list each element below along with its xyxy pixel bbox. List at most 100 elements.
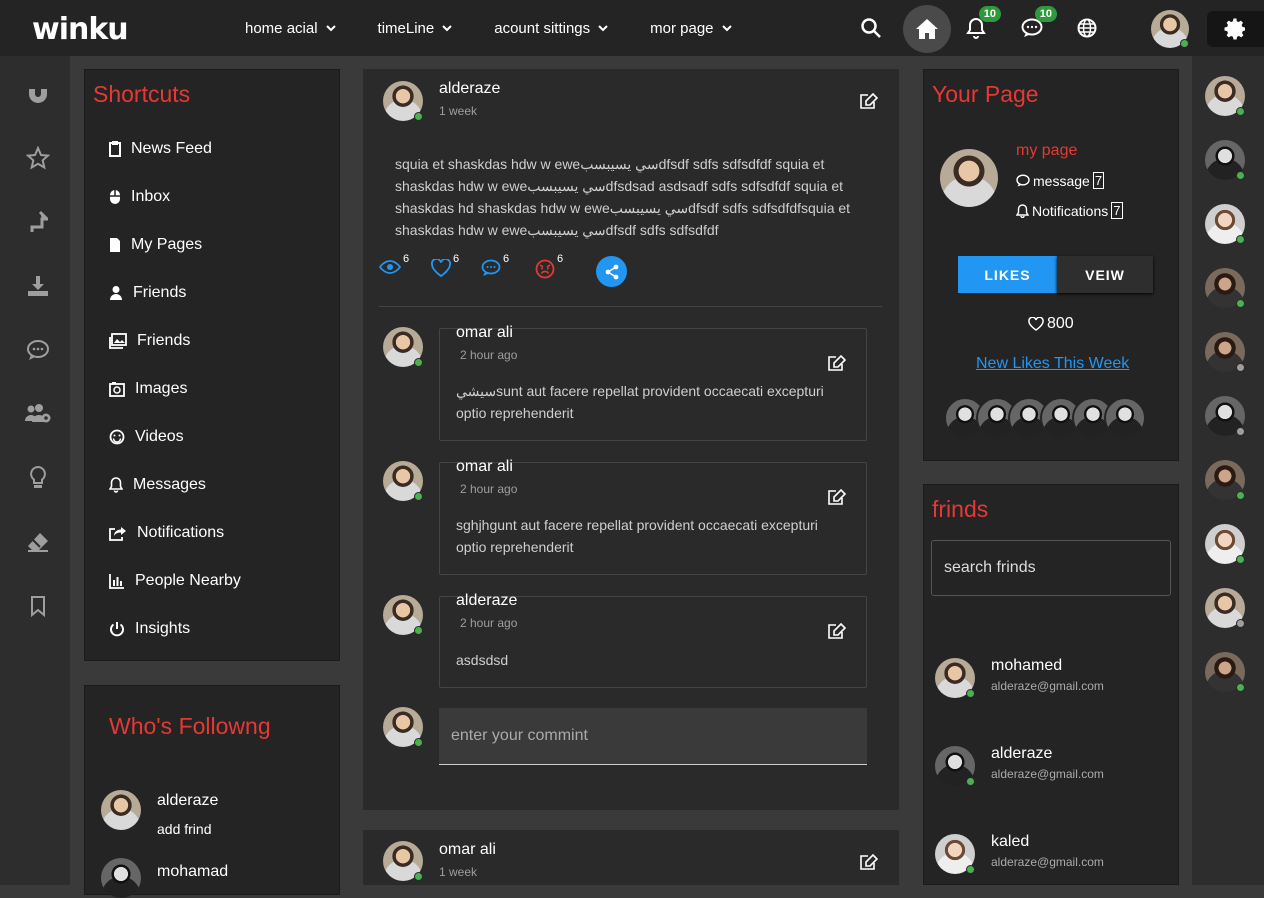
online-indicator [966, 689, 975, 698]
online-friend-avatar[interactable] [1205, 204, 1245, 244]
avatar[interactable] [1104, 397, 1146, 439]
comment-input[interactable] [439, 708, 867, 765]
shortcut-notifications[interactable]: Notifications [109, 524, 224, 542]
logo[interactable]: winku [32, 12, 129, 47]
following-name[interactable]: mohamad [157, 863, 228, 881]
file-icon [110, 238, 120, 252]
users-settings-icon[interactable] [22, 398, 54, 430]
home-button[interactable] [903, 5, 951, 53]
settings-button[interactable] [1207, 11, 1264, 47]
post-card: alderaze 1 week squia et shaskdas hdw w … [363, 69, 899, 810]
page-notifications[interactable]: Notifications 7 [1016, 202, 1123, 219]
my-page-link[interactable]: my page [1016, 142, 1077, 160]
online-indicator [1236, 555, 1245, 564]
download-icon[interactable] [22, 270, 54, 302]
bar-chart-icon [109, 574, 124, 589]
nav-more-page[interactable]: mor page [650, 20, 732, 37]
friend-item[interactable]: kaled alderaze@gmail.com [991, 833, 1104, 869]
online-friend-avatar[interactable] [1205, 332, 1245, 372]
lightbulb-icon[interactable] [22, 462, 54, 494]
shortcut-videos[interactable]: Videos [109, 428, 184, 446]
online-friend-avatar[interactable] [1205, 588, 1245, 628]
new-likes-link[interactable]: New Likes This Week [976, 355, 1129, 373]
comment-author[interactable]: omar ali [456, 458, 513, 476]
eraser-icon[interactable] [22, 526, 54, 558]
comments-count: 6 [503, 253, 510, 265]
share-button[interactable] [596, 256, 627, 287]
comment-avatar[interactable] [383, 461, 423, 501]
online-friend-avatar[interactable] [1205, 396, 1245, 436]
online-friend-avatar[interactable] [1205, 76, 1245, 116]
online-friend-avatar[interactable] [1205, 268, 1245, 308]
star-icon[interactable] [22, 142, 54, 174]
globe-icon[interactable] [1076, 0, 1098, 56]
online-friend-avatar[interactable] [1205, 652, 1245, 692]
online-indicator [414, 492, 423, 501]
bookmark-icon[interactable] [22, 590, 54, 622]
views-reaction[interactable]: 6 [379, 253, 409, 275]
friend-item[interactable]: mohamed alderaze@gmail.com [991, 657, 1104, 693]
current-user-avatar [383, 707, 423, 747]
shortcut-images[interactable]: Images [109, 380, 187, 398]
shortcut-news-feed[interactable]: News Feed [109, 140, 212, 158]
shortcut-people-nearby[interactable]: People Nearby [109, 572, 241, 590]
likes-button[interactable]: LIKES [958, 256, 1057, 293]
shortcut-friends-images[interactable]: Friends [109, 332, 190, 350]
avatar[interactable] [101, 790, 141, 830]
view-button[interactable]: VEIW [1057, 256, 1153, 293]
offline-indicator [1236, 427, 1245, 436]
comments-reaction[interactable]: 6 [481, 253, 509, 277]
chevron-down-icon [325, 24, 336, 31]
following-name[interactable]: alderaze [157, 792, 218, 810]
online-friend-avatar[interactable] [1205, 140, 1245, 180]
nav-timeline[interactable]: timeLine [378, 20, 453, 37]
edit-icon[interactable] [860, 854, 878, 870]
page-messages[interactable]: message 7 [1016, 172, 1105, 189]
angry-reaction[interactable]: 6 [535, 253, 563, 279]
add-friend-link[interactable]: add frind [157, 821, 211, 837]
edit-icon[interactable] [828, 489, 846, 505]
comment-avatar[interactable] [383, 327, 423, 367]
friend-avatar[interactable] [935, 746, 975, 786]
shortcut-my-pages[interactable]: My Pages [109, 236, 202, 254]
post-author-name[interactable]: omar ali [439, 841, 496, 859]
friend-item[interactable]: alderaze alderaze@gmail.com [991, 745, 1104, 781]
post-author-name[interactable]: alderaze [439, 80, 500, 98]
search-icon[interactable] [858, 0, 884, 56]
nav-account-settings[interactable]: acount sittings [494, 20, 608, 37]
shortcuts-title: Shortcuts [93, 81, 191, 107]
shortcut-insights[interactable]: Insights [109, 620, 190, 638]
edit-icon[interactable] [828, 355, 846, 371]
search-friends-input[interactable] [931, 540, 1171, 596]
messages-button[interactable]: 10 [1019, 0, 1057, 56]
magnet-icon[interactable] [22, 78, 54, 110]
avatar[interactable] [101, 858, 141, 898]
friend-avatar[interactable] [935, 658, 975, 698]
comment-avatar[interactable] [383, 595, 423, 635]
user-avatar[interactable] [1151, 10, 1189, 48]
messages-label: message [1033, 172, 1090, 189]
edit-icon[interactable] [860, 93, 878, 109]
online-friend-avatar[interactable] [1205, 524, 1245, 564]
page-avatar[interactable] [940, 149, 998, 207]
nav-home-acial[interactable]: home acial [245, 20, 336, 37]
post-author-avatar[interactable] [383, 81, 423, 121]
friend-avatar[interactable] [935, 834, 975, 874]
shortcut-inbox[interactable]: Inbox [109, 188, 170, 206]
shortcut-messages[interactable]: Messages [109, 476, 206, 494]
friend-email: alderaze@gmail.com [991, 679, 1104, 693]
shortcut-friends[interactable]: Friends [109, 284, 186, 302]
heart-icon [1028, 317, 1044, 331]
notifications-button[interactable]: 10 [963, 0, 1001, 56]
likes-reaction[interactable]: 6 [431, 253, 459, 277]
chevron-down-icon [721, 24, 732, 31]
comment-author[interactable]: alderaze [456, 592, 517, 610]
edit-icon[interactable] [828, 623, 846, 639]
online-friend-avatar[interactable] [1205, 460, 1245, 500]
shortcuts-panel: Shortcuts News Feed Inbox My Pages Frien… [84, 69, 340, 661]
offline-indicator [1236, 619, 1245, 628]
share-arrow-icon[interactable] [22, 206, 54, 238]
chat-icon[interactable] [22, 334, 54, 366]
post-author-avatar[interactable] [383, 841, 423, 881]
comment-author[interactable]: omar ali [456, 324, 513, 342]
